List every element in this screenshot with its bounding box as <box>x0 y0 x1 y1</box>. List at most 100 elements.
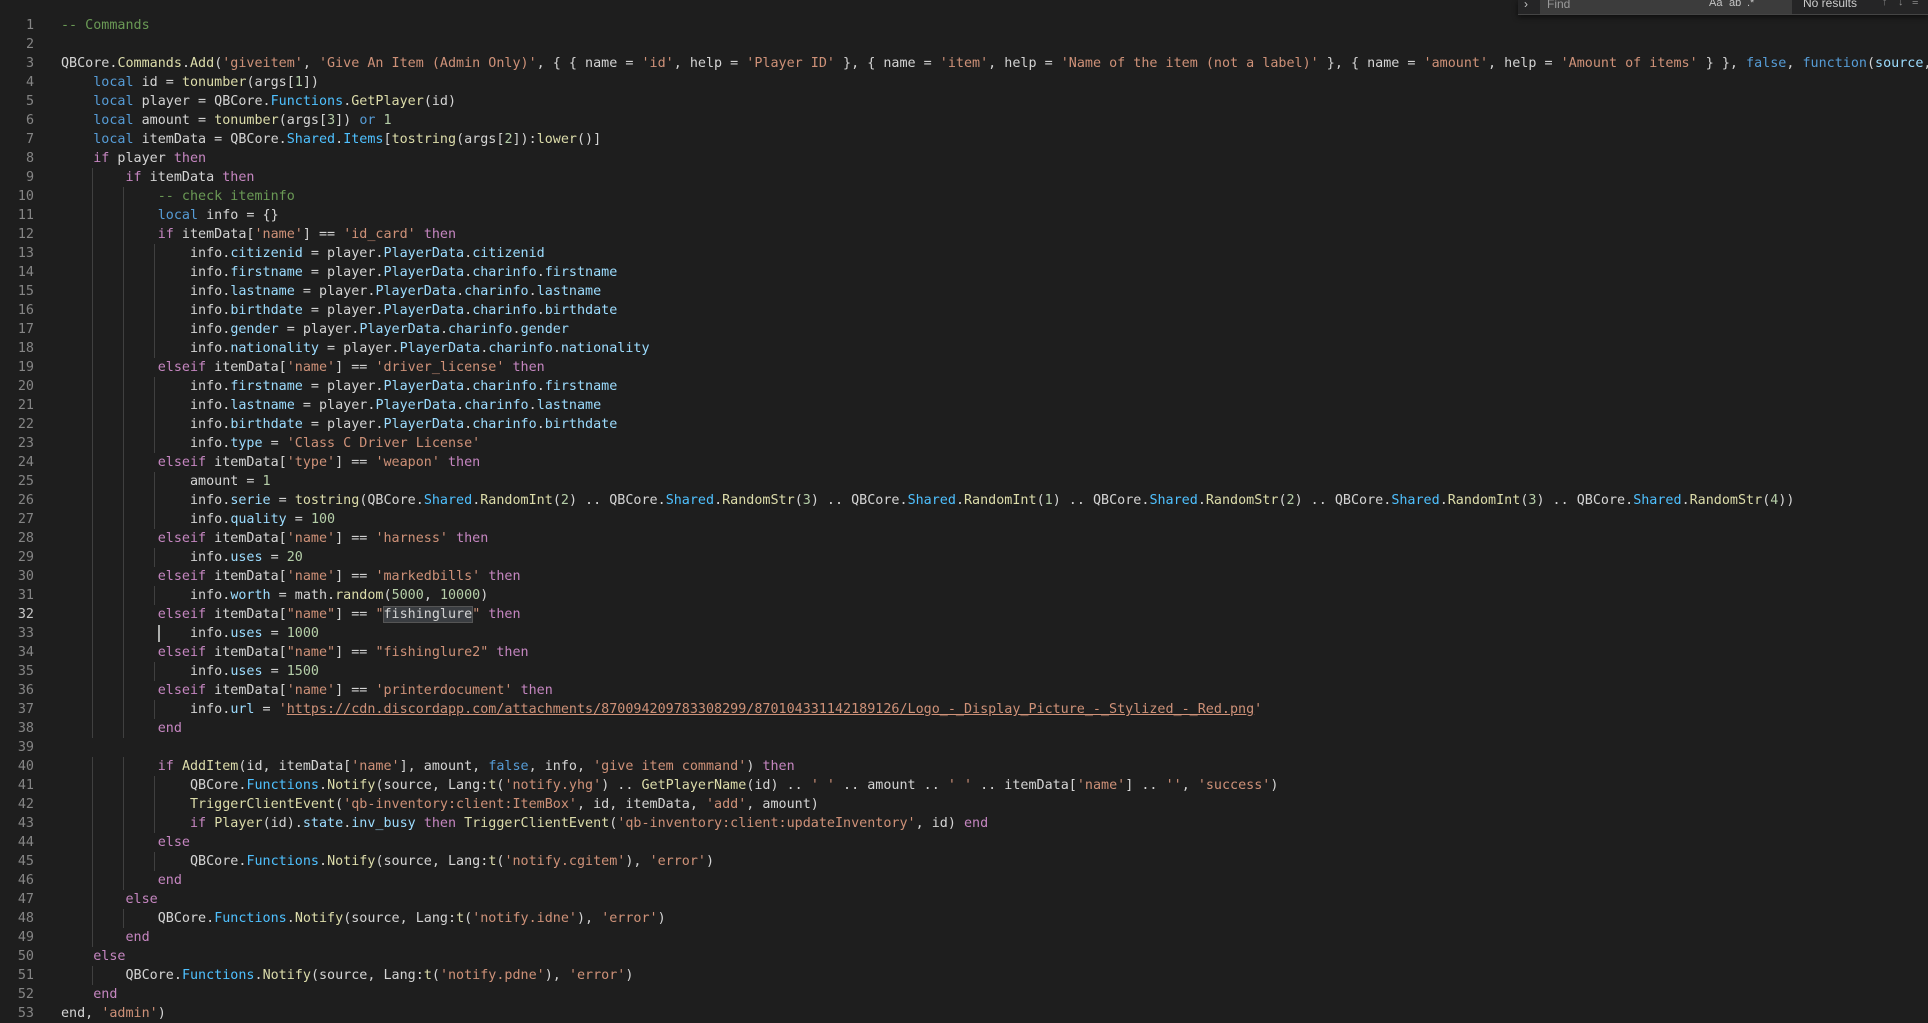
code-token: QBCore. <box>61 854 247 869</box>
code-line[interactable]: 4 local id = tonumber(args[1]) <box>0 73 1928 92</box>
code-line[interactable]: 22 info.birthdate = player.PlayerData.ch… <box>0 415 1928 434</box>
code-line[interactable]: 24 elseif itemData['type'] == 'weapon' t… <box>0 453 1928 472</box>
code-line[interactable]: 35 info.uses = 1500 <box>0 662 1928 681</box>
code-line[interactable]: 28 elseif itemData['name'] == 'harness' … <box>0 529 1928 548</box>
code-line[interactable]: 36 elseif itemData['name'] == 'printerdo… <box>0 681 1928 700</box>
code-token: 'error' <box>568 968 626 983</box>
code-line[interactable]: 23 info.type = 'Class C Driver License' <box>0 434 1928 453</box>
code-token: RandomInt <box>1447 493 1521 508</box>
code-line[interactable]: 51 QBCore.Functions.Notify(source, Lang:… <box>0 966 1928 985</box>
code-line[interactable]: 39 <box>0 738 1928 757</box>
code-line[interactable]: 11 local info = {} <box>0 206 1928 225</box>
code-line[interactable]: 17 info.gender = player.PlayerData.chari… <box>0 320 1928 339</box>
code-token: . <box>464 303 473 318</box>
chevron-right-icon[interactable]: › <box>1524 0 1528 11</box>
code-token: (source, Lang: <box>343 911 457 926</box>
code-token: info. <box>61 702 231 717</box>
arrow-up-icon[interactable]: ↑ <box>1882 0 1888 8</box>
code-token: then <box>456 531 489 546</box>
code-token: -- check iteminfo <box>157 189 295 204</box>
code-token: birthdate <box>230 303 303 318</box>
code-token: function <box>1802 56 1867 71</box>
code-line[interactable]: 7 local itemData = QBCore.Shared.Items[t… <box>0 130 1928 149</box>
code-editor[interactable]: 1 -- Commands 2 3 QBCore.Commands.Add('givei… <box>0 0 1928 1022</box>
code-token: elseif <box>157 683 207 698</box>
code-line[interactable]: 43 if Player(id).state.inv_busy then Tri… <box>0 814 1928 833</box>
code-line[interactable]: 21 info.lastname = player.PlayerData.cha… <box>0 396 1928 415</box>
code-token: = <box>270 493 295 508</box>
code-token: . <box>464 379 473 394</box>
arrow-down-icon[interactable]: ↓ <box>1898 0 1904 8</box>
code-token: Functions <box>246 854 319 869</box>
code-token: then <box>488 607 521 622</box>
code-token: ), <box>544 968 569 983</box>
code-line[interactable]: 5 local player = QBCore.Functions.GetPla… <box>0 92 1928 111</box>
code-line[interactable]: 20 info.firstname = player.PlayerData.ch… <box>0 377 1928 396</box>
code-line[interactable]: 3 QBCore.Commands.Add ('giveitem', 'Give A… <box>0 54 1928 73</box>
code-text: elseif itemData['name'] == 'driver_licen… <box>61 358 545 377</box>
code-token: PlayerData <box>359 322 440 337</box>
code-line[interactable]: 18 info.nationality = player.PlayerData.… <box>0 339 1928 358</box>
code-line[interactable]: 40 if AddItem(id, itemData['name'], amou… <box>0 757 1928 776</box>
code-line[interactable]: 6 local amount = tonumber(args[3]) or 1 <box>0 111 1928 130</box>
code-line[interactable]: 32 elseif itemData["name"] == "fishinglu… <box>0 605 1928 624</box>
url-link[interactable]: https://cdn.discordapp.com/attachments/8… <box>287 702 1254 717</box>
code-line[interactable]: 52 end <box>0 985 1928 1004</box>
code-line[interactable]: 10 -- check iteminfo <box>0 187 1928 206</box>
code-token: ' ' <box>947 778 973 793</box>
code-token: lastname <box>536 284 602 299</box>
code-line[interactable]: 29 info.uses = 20 <box>0 548 1928 567</box>
code-line[interactable]: 25 amount = 1 <box>0 472 1928 491</box>
code-line[interactable]: 33 info.uses = 1000 <box>0 624 1928 643</box>
code-line[interactable]: 46 end <box>0 871 1928 890</box>
whole-word-icon[interactable]: ab <box>1729 0 1741 9</box>
code-line[interactable]: 34 elseif itemData["name"] == "fishinglu… <box>0 643 1928 662</box>
code-line[interactable]: 12 if itemData['name'] == 'id_card' then <box>0 225 1928 244</box>
code-line[interactable]: 50 else <box>0 947 1928 966</box>
code-line[interactable]: 1 -- Commands <box>0 16 1928 35</box>
code-line[interactable]: 48 QBCore.Functions.Notify(source, Lang:… <box>0 909 1928 928</box>
code-text: local itemData = QBCore.Shared.Items[tos… <box>61 130 601 149</box>
code-token: ( <box>464 911 473 926</box>
code-line[interactable]: 19 elseif itemData['name'] == 'driver_li… <box>0 358 1928 377</box>
code-line[interactable]: 8 if player then <box>0 149 1928 168</box>
code-line[interactable]: 2 <box>0 35 1928 54</box>
code-line[interactable]: 26 info.serie = tostring(QBCore.Shared.R… <box>0 491 1928 510</box>
code-line[interactable]: 41 QBCore.Functions.Notify(source, Lang:… <box>0 776 1928 795</box>
code-line[interactable]: 31 info.worth = math.random(5000, 10000) <box>0 586 1928 605</box>
code-line[interactable]: 42 TriggerClientEvent('qb-inventory:clie… <box>0 795 1928 814</box>
code-line[interactable]: 9 if itemData then <box>0 168 1928 187</box>
code-line[interactable]: 30 elseif itemData['name'] == 'markedbil… <box>0 567 1928 586</box>
code-token: (args[ <box>456 132 505 147</box>
line-number: 46 <box>17 873 34 888</box>
code-token: ] == <box>302 227 344 242</box>
code-token: false <box>1746 56 1787 71</box>
selection-icon[interactable]: ≡ <box>1912 0 1918 8</box>
find-widget[interactable]: › Find Aa ab .* No results ↑ ↓ ≡ <box>1518 0 1928 15</box>
code-line[interactable]: 45 QBCore.Functions.Notify(source, Lang:… <box>0 852 1928 871</box>
code-token: charinfo <box>472 417 537 432</box>
code-line[interactable]: 44 else <box>0 833 1928 852</box>
code-line[interactable]: 38 end <box>0 719 1928 738</box>
code-line[interactable]: 37 info.url = 'https://cdn.discordapp.co… <box>0 700 1928 719</box>
code-token: = player. <box>302 417 384 432</box>
code-line[interactable]: 49 end <box>0 928 1928 947</box>
code-line[interactable]: 14 info.firstname = player.PlayerData.ch… <box>0 263 1928 282</box>
line-number: 41 <box>17 778 34 793</box>
code-token: . <box>536 303 545 318</box>
regex-icon[interactable]: .* <box>1747 0 1754 9</box>
code-line[interactable]: 16 info.birthdate = player.PlayerData.ch… <box>0 301 1928 320</box>
match-case-icon[interactable]: Aa <box>1709 0 1722 9</box>
code-line[interactable]: 27 info.quality = 100 <box>0 510 1928 529</box>
find-input[interactable]: Find Aa ab .* <box>1540 0 1792 14</box>
code-line[interactable]: 47 else <box>0 890 1928 909</box>
code-token: , id, itemData, <box>576 797 706 812</box>
code-line[interactable]: 13 info.citizenid = player.PlayerData.ci… <box>0 244 1928 263</box>
code-token: ' ' <box>810 778 835 793</box>
code-line[interactable]: 15 info.lastname = player.PlayerData.cha… <box>0 282 1928 301</box>
line-number: 5 <box>25 94 34 109</box>
code-token: uses <box>230 550 263 565</box>
code-line[interactable]: 53 end, 'admin') <box>0 1004 1928 1023</box>
code-token: 20 <box>286 550 303 565</box>
